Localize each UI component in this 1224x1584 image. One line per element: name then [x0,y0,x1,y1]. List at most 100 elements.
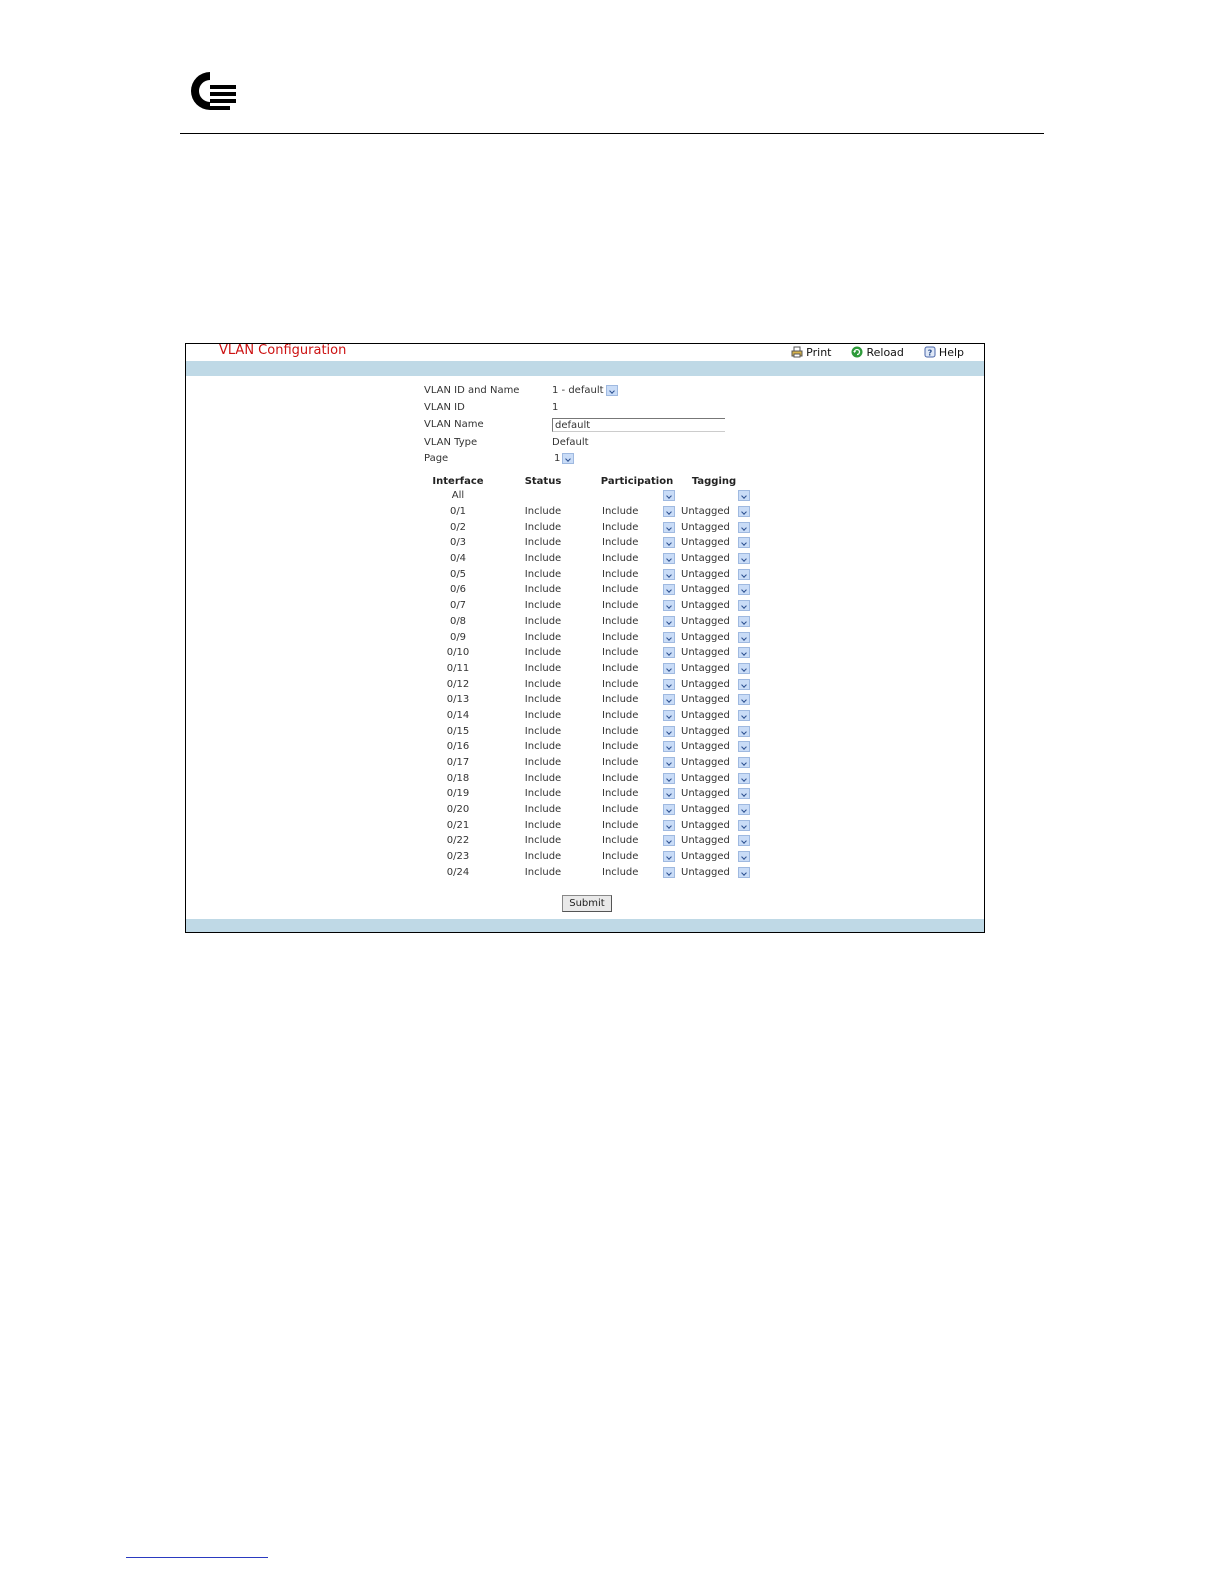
chevron-down-icon[interactable] [663,615,675,627]
participation-select[interactable]: Include [601,850,675,864]
chevron-down-icon[interactable] [738,662,750,674]
chevron-down-icon[interactable] [738,678,750,690]
participation-select[interactable]: Include [601,740,675,754]
tagging-select[interactable]: Untagged [680,646,750,660]
tagging-select[interactable]: Untagged [680,787,750,801]
chevron-down-icon[interactable] [738,568,750,580]
chevron-down-icon[interactable] [738,709,750,721]
chevron-down-icon[interactable] [738,788,750,800]
all-participation-select[interactable] [601,489,675,503]
chevron-down-icon[interactable] [738,772,750,784]
chevron-down-icon[interactable] [738,851,750,863]
chevron-down-icon[interactable] [663,584,675,596]
chevron-down-icon[interactable] [738,866,750,878]
participation-select[interactable]: Include [601,536,675,550]
tagging-select[interactable]: Untagged [680,740,750,754]
participation-select[interactable]: Include [601,834,675,848]
vlan-name-input[interactable] [552,418,725,432]
chevron-down-icon[interactable] [663,631,675,643]
chevron-down-icon[interactable] [663,757,675,769]
tagging-select[interactable]: Untagged [680,708,750,722]
participation-select[interactable]: Include [601,803,675,817]
all-tagging-select[interactable] [680,489,750,503]
chevron-down-icon[interactable] [663,662,675,674]
chevron-down-icon[interactable] [663,553,675,565]
tagging-select[interactable]: Untagged [680,536,750,550]
tagging-select[interactable]: Untagged [680,505,750,519]
chevron-down-icon[interactable] [738,804,750,816]
participation-select[interactable]: Include [601,787,675,801]
chevron-down-icon[interactable] [663,788,675,800]
participation-select[interactable]: Include [601,567,675,581]
tagging-select[interactable]: Untagged [680,693,750,707]
participation-select[interactable]: Include [601,552,675,566]
print-button[interactable]: Print [791,344,831,360]
chevron-down-icon[interactable] [738,537,750,549]
chevron-down-icon[interactable] [738,725,750,737]
chevron-down-icon[interactable] [738,741,750,753]
tagging-select[interactable]: Untagged [680,834,750,848]
tagging-select[interactable]: Untagged [680,756,750,770]
chevron-down-icon[interactable] [663,537,675,549]
tagging-select[interactable]: Untagged [680,803,750,817]
chevron-down-icon[interactable] [738,835,750,847]
tagging-select[interactable]: Untagged [680,818,750,832]
chevron-down-icon[interactable] [738,694,750,706]
chevron-down-icon[interactable] [738,757,750,769]
tagging-select[interactable]: Untagged [680,599,750,613]
participation-select[interactable]: Include [601,661,675,675]
chevron-down-icon[interactable] [738,615,750,627]
participation-select[interactable]: Include [601,771,675,785]
participation-select[interactable]: Include [601,756,675,770]
participation-select[interactable]: Include [601,693,675,707]
participation-select[interactable]: Include [601,818,675,832]
chevron-down-icon[interactable] [738,819,750,831]
tagging-select[interactable]: Untagged [680,567,750,581]
chevron-down-icon[interactable] [738,631,750,643]
participation-select[interactable]: Include [601,865,675,879]
tagging-select[interactable]: Untagged [680,771,750,785]
tagging-select[interactable]: Untagged [680,630,750,644]
help-button[interactable]: ? Help [924,344,964,360]
chevron-down-icon[interactable] [663,694,675,706]
tagging-select[interactable]: Untagged [680,865,750,879]
participation-select[interactable]: Include [601,583,675,597]
chevron-down-icon[interactable] [738,647,750,659]
chevron-down-icon[interactable] [663,819,675,831]
participation-select[interactable]: Include [601,677,675,691]
chevron-down-icon[interactable] [738,490,750,502]
participation-select[interactable]: Include [601,614,675,628]
participation-select[interactable]: Include [601,724,675,738]
chevron-down-icon[interactable] [663,772,675,784]
chevron-down-icon[interactable] [663,521,675,533]
tagging-select[interactable]: Untagged [680,552,750,566]
chevron-down-icon[interactable] [663,741,675,753]
vlan-id-and-name-select[interactable]: 1 - default [552,384,618,397]
page-select[interactable]: 1 [554,452,575,465]
participation-select[interactable]: Include [601,630,675,644]
chevron-down-icon[interactable] [738,600,750,612]
reload-button[interactable]: Reload [851,344,904,360]
chevron-down-icon[interactable] [738,521,750,533]
chevron-down-icon[interactable] [605,385,618,396]
chevron-down-icon[interactable] [663,568,675,580]
participation-select[interactable]: Include [601,646,675,660]
submit-button[interactable]: Submit [562,895,612,912]
tagging-select[interactable]: Untagged [680,850,750,864]
chevron-down-icon[interactable] [738,506,750,518]
participation-select[interactable]: Include [601,505,675,519]
chevron-down-icon[interactable] [738,584,750,596]
chevron-down-icon[interactable] [738,553,750,565]
participation-select[interactable]: Include [601,599,675,613]
tagging-select[interactable]: Untagged [680,661,750,675]
chevron-down-icon[interactable] [663,804,675,816]
chevron-down-icon[interactable] [663,835,675,847]
tagging-select[interactable]: Untagged [680,520,750,534]
chevron-down-icon[interactable] [663,709,675,721]
tagging-select[interactable]: Untagged [680,614,750,628]
chevron-down-icon[interactable] [663,647,675,659]
tagging-select[interactable]: Untagged [680,583,750,597]
participation-select[interactable]: Include [601,520,675,534]
participation-select[interactable]: Include [601,708,675,722]
chevron-down-icon[interactable] [663,678,675,690]
